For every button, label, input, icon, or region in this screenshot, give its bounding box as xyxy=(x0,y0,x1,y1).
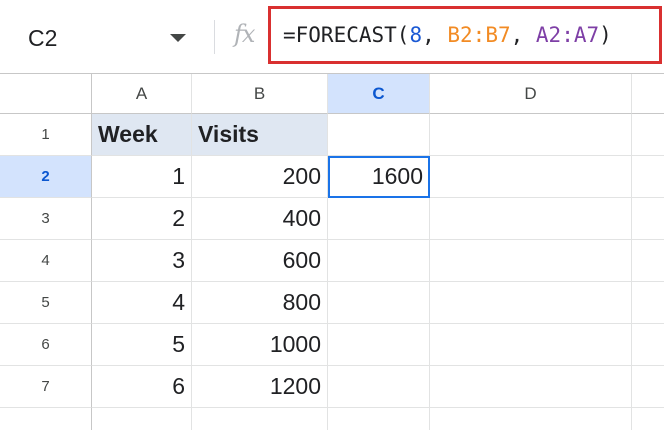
row-header-1[interactable]: 1 xyxy=(0,114,92,156)
formula-arg-range-known-y: B2:B7 xyxy=(447,23,511,47)
column-header-row: A B C D xyxy=(0,74,664,114)
formula-close-paren: ) xyxy=(599,23,612,47)
formula-function: =FORECAST( xyxy=(283,23,410,47)
formula-separator: , xyxy=(422,23,448,47)
cell-c8[interactable] xyxy=(328,408,430,430)
formula-input[interactable]: =FORECAST(8, B2:B7, A2:A7) xyxy=(268,6,662,64)
cell-a2[interactable]: 1 xyxy=(92,156,192,198)
column-header-d[interactable]: D xyxy=(430,74,632,114)
table-row: 5 4 800 xyxy=(0,282,664,324)
cell-e2[interactable] xyxy=(632,156,664,198)
cell-d1[interactable] xyxy=(430,114,632,156)
cell-a5[interactable]: 4 xyxy=(92,282,192,324)
cell-c7[interactable] xyxy=(328,366,430,408)
cell-c2-active[interactable]: 1600 xyxy=(328,156,430,198)
cell-a4[interactable]: 3 xyxy=(92,240,192,282)
name-box-value[interactable]: C2 xyxy=(14,25,170,52)
table-row: 4 3 600 xyxy=(0,240,664,282)
cell-a3[interactable]: 2 xyxy=(92,198,192,240)
row-header-4[interactable]: 4 xyxy=(0,240,92,282)
table-row: 1 Week Visits xyxy=(0,114,664,156)
cell-d7[interactable] xyxy=(430,366,632,408)
row-header-7[interactable]: 7 xyxy=(0,366,92,408)
cell-c3[interactable] xyxy=(328,198,430,240)
cell-e5[interactable] xyxy=(632,282,664,324)
formula-separator: , xyxy=(510,23,536,47)
cell-a7[interactable]: 6 xyxy=(92,366,192,408)
cell-e6[interactable] xyxy=(632,324,664,366)
row-header-8[interactable] xyxy=(0,408,92,430)
cell-d6[interactable] xyxy=(430,324,632,366)
cell-b8[interactable] xyxy=(192,408,328,430)
table-row xyxy=(0,408,664,430)
cell-b4[interactable]: 600 xyxy=(192,240,328,282)
cell-a6[interactable]: 5 xyxy=(92,324,192,366)
fx-icon: fx xyxy=(234,20,255,48)
column-header-e[interactable] xyxy=(632,74,664,114)
cell-e4[interactable] xyxy=(632,240,664,282)
formula-arg-range-known-x: A2:A7 xyxy=(535,23,600,47)
cell-c6[interactable] xyxy=(328,324,430,366)
cell-a8[interactable] xyxy=(92,408,192,430)
cell-d2[interactable] xyxy=(430,156,632,198)
row-header-3[interactable]: 3 xyxy=(0,198,92,240)
column-header-a[interactable]: A xyxy=(92,74,192,114)
table-row: 7 6 1200 xyxy=(0,366,664,408)
cell-b2[interactable]: 200 xyxy=(192,156,328,198)
spreadsheet-grid: A B C D 1 Week Visits 2 1 200 1600 3 2 4… xyxy=(0,74,664,430)
row-header-2[interactable]: 2 xyxy=(0,156,92,198)
cell-b1[interactable]: Visits xyxy=(192,114,328,156)
cell-c1[interactable] xyxy=(328,114,430,156)
cell-e7[interactable] xyxy=(632,366,664,408)
name-box[interactable]: C2 xyxy=(14,12,212,64)
cell-c4[interactable] xyxy=(328,240,430,282)
table-row: 2 1 200 1600 xyxy=(0,156,664,198)
column-header-c[interactable]: C xyxy=(328,74,430,114)
formula-arg-number: 8 xyxy=(409,23,423,47)
cell-c5[interactable] xyxy=(328,282,430,324)
cell-e3[interactable] xyxy=(632,198,664,240)
cell-b5[interactable]: 800 xyxy=(192,282,328,324)
cell-d8[interactable] xyxy=(430,408,632,430)
cell-a1[interactable]: Week xyxy=(92,114,192,156)
row-header-5[interactable]: 5 xyxy=(0,282,92,324)
chevron-down-icon[interactable] xyxy=(170,34,186,42)
cell-d4[interactable] xyxy=(430,240,632,282)
cell-b3[interactable]: 400 xyxy=(192,198,328,240)
formula-toolbar: C2 fx =FORECAST(8, B2:B7, A2:A7) xyxy=(0,0,664,74)
cell-e1[interactable] xyxy=(632,114,664,156)
table-row: 3 2 400 xyxy=(0,198,664,240)
cell-d3[interactable] xyxy=(430,198,632,240)
column-header-b[interactable]: B xyxy=(192,74,328,114)
toolbar-divider xyxy=(214,20,215,54)
select-all-corner[interactable] xyxy=(0,74,92,114)
cell-e8[interactable] xyxy=(632,408,664,430)
cell-b7[interactable]: 1200 xyxy=(192,366,328,408)
cell-d5[interactable] xyxy=(430,282,632,324)
cell-b6[interactable]: 1000 xyxy=(192,324,328,366)
table-row: 6 5 1000 xyxy=(0,324,664,366)
row-header-6[interactable]: 6 xyxy=(0,324,92,366)
